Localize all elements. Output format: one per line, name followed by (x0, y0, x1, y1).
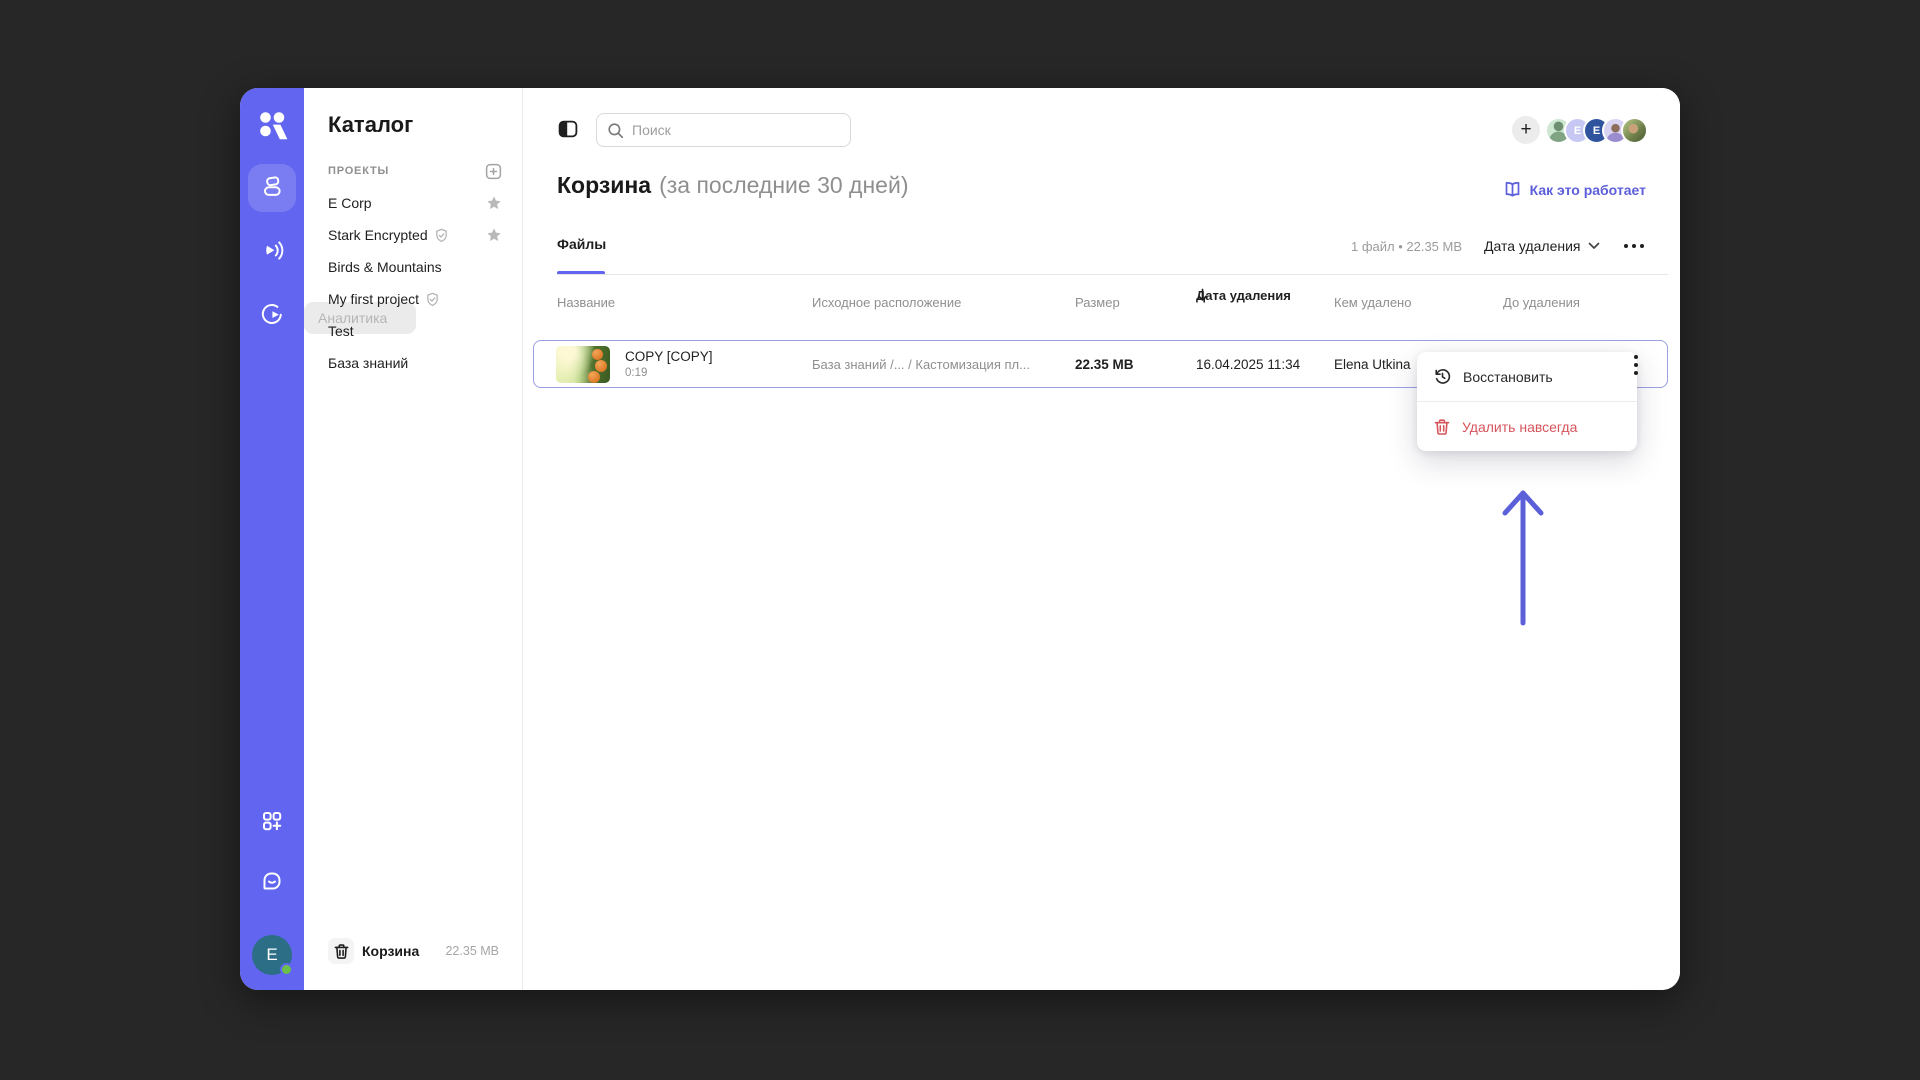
projects-header-label: ПРОЕКТЫ (328, 165, 389, 177)
user-avatar-initial: E (266, 945, 277, 965)
add-project-icon[interactable] (485, 163, 502, 180)
col-header-name[interactable]: Название (557, 295, 615, 310)
how-it-works-link[interactable]: Как это работает (1503, 180, 1646, 199)
sidebar: Каталог ПРОЕКТЫ Аналитика E Corp Stark E (304, 88, 523, 990)
col-header-size[interactable]: Размер (1075, 295, 1120, 310)
broadcast-play-icon (259, 236, 285, 267)
sidebar-item-trash[interactable]: Корзина 22.35 MB (328, 935, 499, 967)
sidebar-item-my-first-project[interactable]: My first project (328, 283, 502, 315)
how-it-works-label: Как это работает (1530, 182, 1646, 198)
star-icon[interactable] (486, 227, 502, 243)
page-title: Корзина (557, 172, 651, 199)
star-icon[interactable] (486, 195, 502, 211)
pointer-arrow (1495, 486, 1551, 628)
page-subtitle: (за последние 30 дней) (659, 172, 908, 199)
project-label: Birds & Mountains (328, 259, 442, 275)
member-avatars: E E (1545, 117, 1648, 144)
catalog-box-icon (259, 173, 285, 204)
file-size: 22.35 MB (1075, 341, 1134, 387)
collapse-sidebar-icon[interactable] (557, 118, 579, 140)
restore-icon (1433, 367, 1452, 386)
nav-rail: E (240, 88, 304, 990)
sort-label: Дата удаления (1484, 238, 1580, 254)
add-member-button[interactable]: + (1512, 116, 1540, 144)
more-options-button[interactable] (1618, 238, 1651, 255)
sidebar-item-birds-mountains[interactable]: Birds & Mountains (328, 251, 502, 283)
file-name: COPY [COPY] (625, 349, 713, 364)
shield-check-icon (434, 228, 449, 243)
chat-bubble-icon (259, 868, 285, 899)
file-location: База знаний /... / Кастомизация пл... (812, 341, 1030, 387)
rail-item-catalog[interactable] (248, 164, 296, 212)
apps-grid-plus-icon (259, 808, 285, 839)
sort-dropdown[interactable]: Дата удаления (1484, 238, 1599, 254)
col-header-location[interactable]: Исходное расположение (812, 295, 961, 310)
col-header-until[interactable]: До удаления (1503, 295, 1580, 310)
project-label: E Corp (328, 195, 372, 211)
rail-item-apps[interactable] (248, 799, 296, 847)
sidebar-item-knowledge-base[interactable]: База знаний (328, 347, 502, 379)
projects-section-header: ПРОЕКТЫ (328, 160, 502, 182)
trash-icon (1433, 418, 1451, 436)
menu-item-restore[interactable]: Восстановить (1417, 352, 1637, 401)
files-summary: 1 файл • 22.35 MB (1351, 239, 1462, 254)
trash-size: 22.35 MB (445, 944, 499, 958)
sidebar-title: Каталог (328, 112, 413, 138)
user-avatar[interactable]: E (252, 935, 292, 975)
list-toolbar: 1 файл • 22.35 MB Дата удаления (1351, 234, 1650, 258)
menu-item-delete-forever[interactable]: Удалить навсегда (1417, 402, 1637, 451)
tab-bar-divider (557, 274, 1668, 275)
project-label: My first project (328, 291, 419, 307)
menu-item-restore-label: Восстановить (1463, 369, 1553, 385)
rail-item-media[interactable] (248, 227, 296, 275)
brand-logo-icon[interactable] (256, 110, 288, 142)
project-list: E Corp Stark Encrypted Birds & Mountains (328, 187, 502, 379)
trash-label: Корзина (362, 943, 419, 959)
menu-item-delete-label: Удалить навсегда (1462, 419, 1577, 435)
context-menu: Восстановить Удалить навсегда (1417, 352, 1637, 451)
shield-check-icon (425, 292, 440, 307)
row-menu-button[interactable] (1625, 350, 1647, 380)
project-label: База знаний (328, 355, 408, 371)
sidebar-item-stark-encrypted[interactable]: Stark Encrypted (328, 219, 502, 251)
online-status-dot (280, 963, 293, 976)
trash-icon (328, 938, 354, 964)
col-header-deleted-at-label: Дата удаления (1196, 288, 1291, 303)
file-deleted-at: 16.04.2025 11:34 (1196, 341, 1300, 387)
file-duration: 0:19 (625, 367, 647, 379)
project-label: Test (328, 323, 354, 339)
chevron-down-icon (1588, 242, 1600, 250)
sidebar-item-e-corp[interactable]: E Corp (328, 187, 502, 219)
file-deleted-by: Elena Utkina (1334, 341, 1411, 387)
video-thumbnail (556, 346, 610, 383)
search-bar (596, 113, 851, 147)
member-avatar[interactable] (1621, 117, 1648, 144)
book-icon (1503, 180, 1522, 199)
rail-item-support[interactable] (248, 859, 296, 907)
search-icon (607, 122, 624, 139)
table-header: Название Исходное расположение Размер Да… (523, 295, 1680, 315)
project-label: Stark Encrypted (328, 227, 428, 243)
search-input[interactable] (632, 122, 840, 138)
sidebar-item-test[interactable]: Test (328, 315, 502, 347)
app-window: E Каталог ПРОЕКТЫ Аналитика E Corp (240, 88, 1680, 990)
page-title-row: Корзина (за последние 30 дней) (557, 172, 908, 208)
col-header-deleted-by[interactable]: Кем удалено (1334, 295, 1411, 310)
rail-item-analytics[interactable] (248, 292, 296, 340)
sort-down-arrow-icon (1196, 288, 1209, 302)
analytics-icon (259, 301, 285, 332)
main-panel: + E E Корзина (за последние 30 дней) Как… (523, 88, 1680, 990)
tab-files[interactable]: Файлы (557, 236, 606, 252)
